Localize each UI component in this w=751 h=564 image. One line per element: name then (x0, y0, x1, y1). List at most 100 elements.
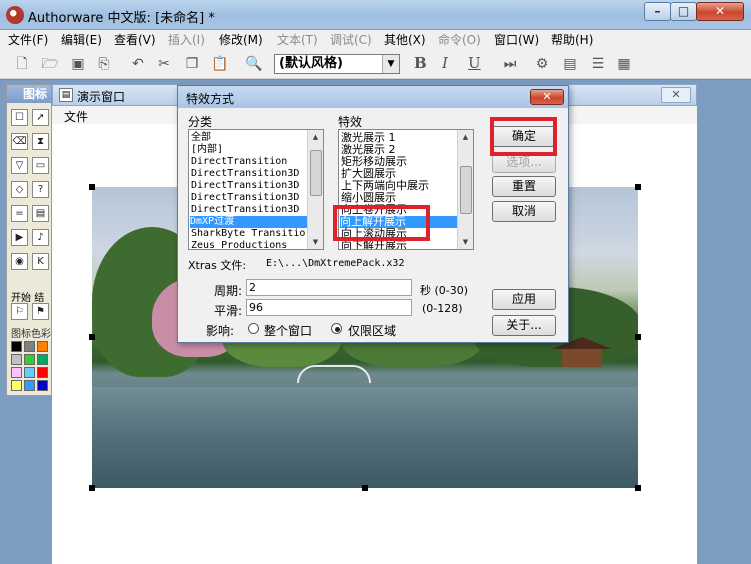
color-swatch[interactable] (11, 354, 22, 365)
scroll-thumb[interactable] (310, 150, 322, 196)
movie-icon[interactable]: ▶ (11, 229, 28, 246)
new-file-icon[interactable]: 🗋 (12, 55, 32, 73)
list-item[interactable]: DirectTransition3D (191, 192, 299, 204)
list-item[interactable]: 全部 (191, 132, 211, 144)
underline-button[interactable]: U (468, 54, 481, 72)
list-item[interactable]: [内部] (191, 144, 223, 156)
color-swatch[interactable] (37, 354, 48, 365)
menu-modify[interactable]: 修改(M) (219, 32, 263, 48)
menu-window[interactable]: 窗口(W) (494, 32, 539, 48)
color-swatch[interactable] (37, 367, 48, 378)
list-item[interactable]: DirectTransition3D (191, 180, 299, 192)
text-style-dropdown[interactable]: (默认风格) ▼ (274, 54, 400, 74)
list-item[interactable]: DirectTransition (191, 156, 287, 168)
color-swatch[interactable] (11, 380, 22, 391)
scroll-down-icon[interactable]: ▼ (458, 235, 473, 249)
menu-text[interactable]: 文本(T) (277, 32, 318, 48)
reset-button[interactable]: 重置 (492, 176, 556, 197)
list-item[interactable]: DirectTransition3D (191, 204, 299, 216)
find-icon[interactable]: 🔍 (244, 55, 264, 73)
color-swatch[interactable] (37, 380, 48, 391)
color-swatch[interactable] (24, 380, 35, 391)
start-flag-icon[interactable]: ⚐ (11, 303, 28, 320)
bold-button[interactable]: B (414, 54, 427, 72)
list-item[interactable]: DirectTransition3D (191, 168, 299, 180)
menu-view[interactable]: 查看(V) (114, 32, 156, 48)
menu-command[interactable]: 命令(O) (438, 32, 481, 48)
paste-icon[interactable]: 📋 (210, 55, 230, 73)
selection-handle[interactable] (89, 334, 95, 340)
menu-other[interactable]: 其他(X) (384, 32, 426, 48)
selection-handle[interactable] (635, 485, 641, 491)
chevron-down-icon[interactable]: ▼ (382, 55, 399, 73)
list-item[interactable]: 向下解开展示 (341, 240, 407, 250)
selection-handle[interactable] (89, 184, 95, 190)
restart-icon[interactable]: ⏭ (500, 55, 520, 73)
scroll-up-icon[interactable]: ▲ (308, 130, 323, 144)
selection-handle[interactable] (635, 184, 641, 190)
scroll-thumb[interactable] (460, 166, 472, 214)
control-panel-icon[interactable]: ⚙ (532, 55, 552, 73)
cancel-button[interactable]: 取消 (492, 201, 556, 222)
color-swatch[interactable] (24, 341, 35, 352)
functions-icon[interactable]: ▤ (560, 55, 580, 73)
color-swatch[interactable] (11, 367, 22, 378)
scroll-down-icon[interactable]: ▼ (308, 235, 323, 249)
list-item[interactable]: Zeus Productions (191, 240, 287, 249)
knowledge-object-icon[interactable]: ▦ (614, 55, 634, 73)
knowledge-icon[interactable]: K (32, 253, 49, 270)
italic-button[interactable]: I (442, 54, 448, 72)
scroll-up-icon[interactable]: ▲ (458, 130, 473, 144)
open-folder-icon[interactable]: 🗁 (40, 55, 60, 73)
selection-handle[interactable] (635, 334, 641, 340)
presentation-close-button[interactable]: ✕ (661, 87, 691, 103)
category-scrollbar[interactable]: ▲ ▼ (307, 130, 323, 249)
color-swatch[interactable] (37, 341, 48, 352)
presentation-menu-file[interactable]: 文件 (64, 108, 88, 125)
wait-icon[interactable]: ⧗ (32, 133, 49, 150)
dialog-close-button[interactable]: ✕ (530, 89, 564, 105)
sound-icon[interactable]: ♪ (32, 229, 49, 246)
map-icon[interactable]: ▤ (32, 205, 49, 222)
affect-whole-label[interactable]: 整个窗口 (264, 322, 312, 339)
about-button[interactable]: 关于... (492, 315, 556, 336)
undo-icon[interactable]: ↶ (128, 55, 148, 73)
navigate-icon[interactable]: ▽ (11, 157, 28, 174)
affect-whole-radio[interactable] (248, 323, 259, 334)
color-swatch[interactable] (11, 341, 22, 352)
erase-icon[interactable]: ⌫ (11, 133, 28, 150)
period-input[interactable]: 2 (246, 279, 412, 296)
effect-scrollbar[interactable]: ▲ ▼ (457, 130, 473, 249)
menu-edit[interactable]: 编辑(E) (61, 32, 102, 48)
smooth-input[interactable]: 96 (246, 299, 412, 316)
minimize-button[interactable]: – (644, 2, 671, 21)
affect-region-radio[interactable] (331, 323, 342, 334)
close-button[interactable]: ✕ (696, 2, 744, 21)
framework-icon[interactable]: ▭ (32, 157, 49, 174)
copy-icon[interactable]: ❐ (182, 55, 202, 73)
selection-handle[interactable] (89, 485, 95, 491)
list-item[interactable]: SharkByte Transitio (191, 228, 305, 240)
menu-help[interactable]: 帮助(H) (551, 32, 593, 48)
interaction-icon[interactable]: ? (32, 181, 49, 198)
motion-icon[interactable]: ➚ (32, 109, 49, 126)
menu-debug[interactable]: 调试(C) (330, 32, 372, 48)
list-item-selected[interactable]: DmXP过渡 (190, 216, 308, 228)
color-swatch[interactable] (24, 367, 35, 378)
variables-icon[interactable]: ☰ (588, 55, 608, 73)
maximize-button[interactable]: □ (670, 2, 697, 21)
category-list[interactable]: 全部 [内部] DirectTransition DirectTransitio… (188, 129, 324, 250)
selection-handle[interactable] (362, 485, 368, 491)
affect-region-label[interactable]: 仅限区域 (348, 322, 396, 339)
save-icon[interactable]: ▣ (68, 55, 88, 73)
video-icon[interactable]: ◉ (11, 253, 28, 270)
menu-file[interactable]: 文件(F) (8, 32, 48, 48)
end-flag-icon[interactable]: ⚑ (32, 303, 49, 320)
import-icon[interactable]: ⎘ (94, 55, 114, 73)
decision-icon[interactable]: ◇ (11, 181, 28, 198)
cut-icon[interactable]: ✂ (154, 55, 174, 73)
menu-insert[interactable]: 插入(I) (168, 32, 205, 48)
apply-button[interactable]: 应用 (492, 289, 556, 310)
display-icon[interactable]: ☐ (11, 109, 28, 126)
color-swatch[interactable] (24, 354, 35, 365)
